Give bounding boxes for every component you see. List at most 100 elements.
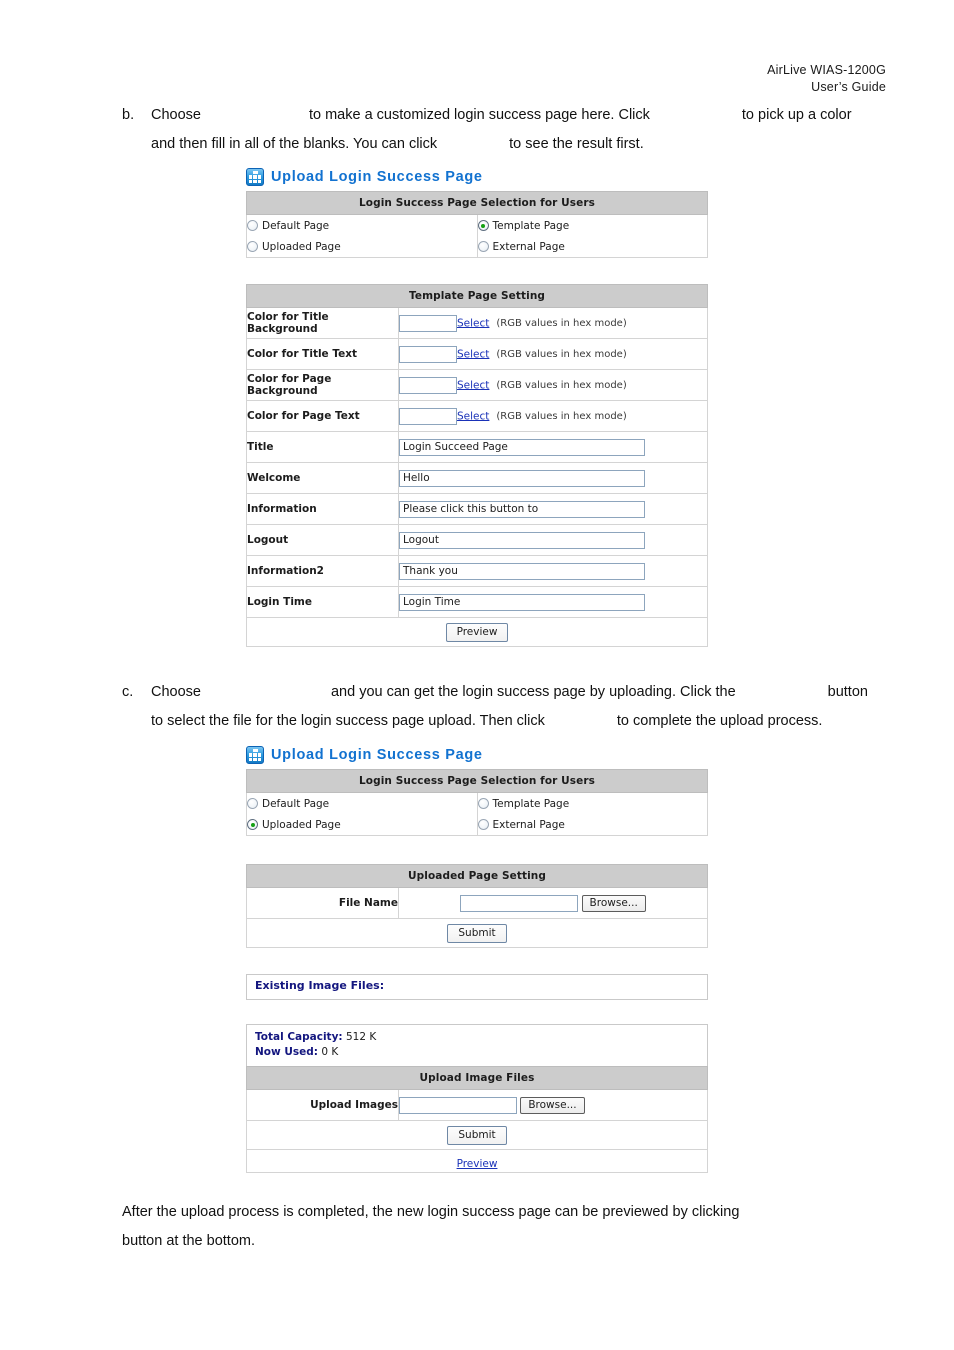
input-logout[interactable]: Logout [399,531,645,549]
submit-button-uploaded-page[interactable]: Submit [447,924,507,943]
field-information: Please click this button to [398,493,708,525]
radio-icon-default-page[interactable] [247,798,258,809]
panel1-title-bar: Upload Login Success Page [246,168,708,191]
input-color-title-background[interactable] [399,314,457,332]
table-row: Color for Title Background Select (RGB va… [246,307,708,339]
label-color-title-text: Color for Title Text [246,338,399,370]
radio-option-default-page[interactable]: Default Page [247,793,477,814]
radio-label-external-page: External Page [492,240,565,253]
panel1-selection-header: Login Success Page Selection for Users [246,191,708,215]
table-row: Preview [246,617,708,647]
paragraph-c-line1-part2: and you can get the login success page b… [330,684,736,700]
field-color-title-text: Select (RGB values in hex mode) [398,338,708,370]
input-title[interactable]: Login Succeed Page [399,438,645,456]
table-row: Preview [246,1149,708,1173]
radio-label-uploaded-page: Uploaded Page [262,240,341,253]
input-welcome[interactable]: Hello [399,469,645,487]
table-row: Information Please click this button to [246,493,708,525]
template-page-setting-table: Template Page Setting Color for Title Ba… [246,284,708,647]
paragraph-b: b. Choose to make a customized login succ… [122,101,912,159]
radio-label-uploaded-page: Uploaded Page [262,818,341,831]
upload-preview-row: Preview [246,1149,708,1173]
total-capacity-value: 512 K [345,1031,377,1043]
uploaded-submit-row: Submit [246,918,708,948]
radio-icon-uploaded-page[interactable] [247,241,258,252]
label-file-name: File Name [246,887,399,919]
input-information2[interactable]: Thank you [399,562,645,580]
radio-option-template-page[interactable]: Template Page [477,793,708,814]
input-color-page-background[interactable] [399,376,457,394]
input-color-title-text[interactable] [399,345,457,363]
panel1-selection-col-right: Template Page External Page [476,214,708,258]
input-upload-images[interactable] [399,1096,517,1114]
header-product-line: AirLive WIAS-1200G [767,63,886,77]
upload-image-files-table: Upload Image Files Upload Images Browse.… [246,1066,708,1173]
paragraph-c-line2-part2: to complete the upload process. [616,713,823,729]
upload-submit-row: Submit [246,1120,708,1150]
uploaded-page-setting-table: Uploaded Page Setting File Name Browse..… [246,864,708,948]
app-grid-icon [246,168,264,186]
radio-icon-external-page[interactable] [477,819,489,830]
radio-label-external-page: External Page [492,818,565,831]
label-welcome: Welcome [246,462,399,494]
table-row: File Name Browse... [246,887,708,919]
radio-option-external-page[interactable]: External Page [477,814,708,835]
table-row: Logout Logout [246,524,708,556]
select-link-page-background[interactable]: Select [457,379,489,391]
table-row: Submit [246,918,708,948]
submit-button-upload-images[interactable]: Submit [447,1126,507,1145]
panel2-gap-3 [246,1000,708,1024]
input-information[interactable]: Please click this button to [399,500,645,518]
paragraph-closing: After the upload process is completed, t… [122,1198,912,1256]
hint-title-background: (RGB values in hex mode) [496,318,627,329]
table-row: Login Success Page Selection for Users [246,769,708,793]
field-file-name: Browse... [398,887,708,919]
radio-option-uploaded-page[interactable]: Uploaded Page [247,236,477,257]
table-row: Information2 Thank you [246,555,708,587]
paragraph-b-line2-part2: to see the result first. [509,136,644,152]
field-welcome: Hello [398,462,708,494]
table-row: Login Time Login Time [246,586,708,618]
template-setting-header: Template Page Setting [246,284,708,308]
select-link-title-background[interactable]: Select [457,317,489,329]
browse-button-file-name[interactable]: Browse... [581,894,646,912]
radio-option-default-page[interactable]: Default Page [247,215,477,236]
table-row: Default Page Uploaded Page Template Page… [246,214,708,258]
radio-icon-external-page[interactable] [477,241,489,252]
panel1-selection-table: Login Success Page Selection for Users D… [246,191,708,258]
label-color-page-text: Color for Page Text [246,400,399,432]
input-color-page-text[interactable] [399,407,457,425]
paragraph-b-line1: Choose to make a customized login success… [151,101,912,130]
radio-option-template-page[interactable]: Template Page [477,215,708,236]
radio-icon-template-page[interactable] [477,220,489,231]
label-login-time: Login Time [246,586,399,618]
table-row: Welcome Hello [246,462,708,494]
radio-label-template-page: Template Page [492,219,570,232]
select-link-title-text[interactable]: Select [457,348,489,360]
screenshot-panel-template-page: Upload Login Success Page Login Success … [246,168,708,647]
table-row: Upload Images Browse... [246,1089,708,1121]
radio-option-external-page[interactable]: External Page [477,236,708,257]
radio-label-template-page: Template Page [492,797,570,810]
radio-icon-default-page[interactable] [247,220,258,231]
paragraph-b-marker: b. [122,107,135,123]
label-logout: Logout [246,524,399,556]
table-row: Title Login Succeed Page [246,431,708,463]
radio-icon-uploaded-page[interactable] [247,819,258,830]
paragraph-b-line1-part1: Choose [151,107,201,123]
label-color-page-background: Color for Page Background [246,369,399,401]
radio-icon-template-page[interactable] [477,798,489,809]
paragraph-b-line2: and then fill in all of the blanks. You … [151,130,912,159]
input-file-name[interactable] [460,894,579,912]
select-link-page-text[interactable]: Select [457,410,489,422]
field-color-page-background: Select (RGB values in hex mode) [398,369,708,401]
preview-button[interactable]: Preview [445,623,509,642]
preview-link[interactable]: Preview [457,1158,498,1170]
panel2-gap-1 [246,836,708,864]
label-information2: Information2 [246,555,399,587]
input-login-time[interactable]: Login Time [399,593,645,611]
radio-option-uploaded-page[interactable]: Uploaded Page [247,814,477,835]
radio-label-default-page: Default Page [262,797,330,810]
browse-button-upload-images[interactable]: Browse... [520,1096,585,1114]
field-color-page-text: Select (RGB values in hex mode) [398,400,708,432]
